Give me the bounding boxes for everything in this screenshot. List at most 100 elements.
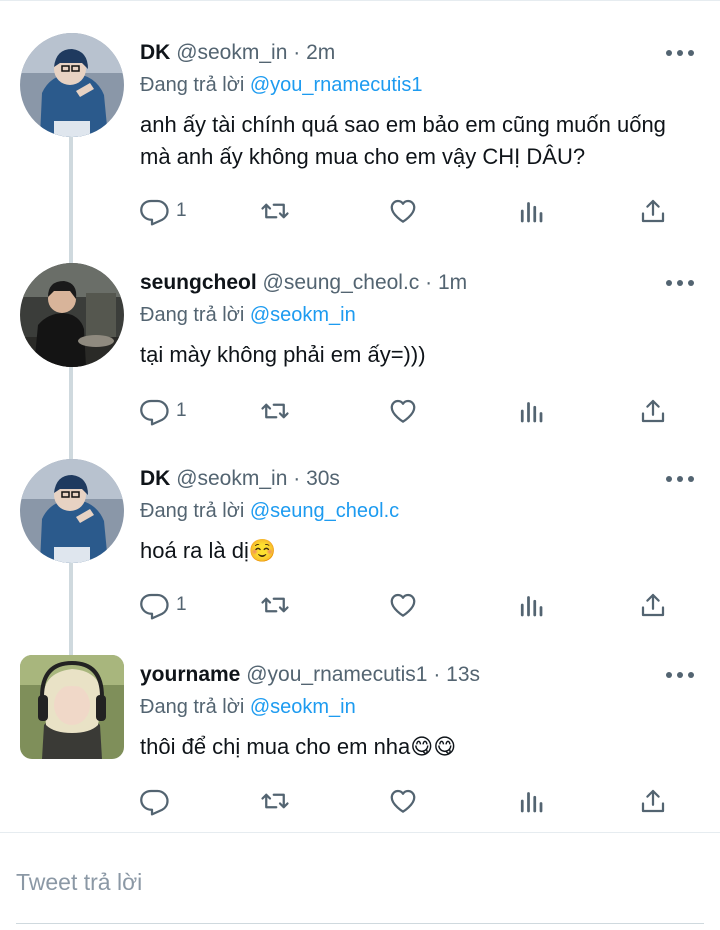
like-button[interactable]: [388, 393, 418, 429]
replying-to-mention[interactable]: @seung_cheol.c: [250, 500, 399, 522]
retweet-button[interactable]: [260, 783, 290, 819]
like-button[interactable]: [388, 783, 418, 819]
separator-dot: ·: [433, 663, 441, 686]
dk-avatar-image: [20, 33, 124, 137]
display-name[interactable]: DK: [140, 467, 170, 490]
display-name[interactable]: DK: [140, 41, 170, 64]
replying-to-mention[interactable]: @you_rnamecutis1: [250, 74, 423, 96]
avatar[interactable]: [20, 263, 124, 367]
avatar[interactable]: [20, 459, 124, 563]
replying-to-label: Đang trả lời: [140, 500, 245, 522]
heart-icon: [390, 399, 416, 423]
more-options-button[interactable]: [662, 41, 698, 65]
retweet-button[interactable]: [260, 193, 290, 229]
like-button[interactable]: [388, 587, 418, 623]
tweet[interactable]: seungcheol @seung_cheol.c · 1m Đang trả …: [0, 263, 720, 459]
replying-to-label: Đang trả lời: [140, 74, 245, 96]
views-icon: [520, 596, 543, 617]
user-handle[interactable]: @seokm_in: [176, 467, 287, 490]
tweet-text: anh ấy tài chính quá sao em bảo em cũng …: [140, 112, 666, 169]
tweet[interactable]: DK @seokm_in · 30s Đang trả lời @seung_c…: [0, 459, 720, 655]
replying-to-label: Đang trả lời: [140, 696, 245, 718]
more-icon: [666, 50, 694, 56]
more-icon: [666, 280, 694, 286]
tweet[interactable]: yourname @you_rnamecutis1 · 13s Đang trả…: [0, 655, 720, 851]
more-icon: [666, 672, 694, 678]
tweet-actions: [140, 783, 680, 819]
timestamp[interactable]: 1m: [438, 271, 467, 294]
reply-icon: [140, 789, 169, 816]
tweet-header: DK @seokm_in · 2m: [140, 39, 335, 67]
replying-to: Đang trả lời @seokm_in: [140, 301, 356, 329]
views-button[interactable]: [516, 393, 546, 429]
more-icon: [666, 476, 694, 482]
share-button[interactable]: [638, 587, 668, 623]
heart-icon: [390, 789, 416, 813]
reply-count: 1: [176, 200, 187, 221]
display-name[interactable]: seungcheol: [140, 271, 257, 294]
share-icon: [641, 789, 665, 813]
share-button[interactable]: [638, 783, 668, 819]
retweet-button[interactable]: [260, 393, 290, 429]
share-icon: [641, 593, 665, 617]
reply-input[interactable]: [16, 857, 676, 907]
views-icon: [520, 792, 543, 813]
replying-to: Đang trả lời @seung_cheol.c: [140, 497, 399, 525]
views-button[interactable]: [516, 783, 546, 819]
reply-button[interactable]: [140, 783, 176, 819]
replying-to: Đang trả lời @you_rnamecutis1: [140, 71, 422, 99]
display-name[interactable]: yourname: [140, 663, 240, 686]
reply-input-underline: [16, 923, 704, 924]
separator-dot: ·: [293, 467, 301, 490]
dk-avatar-image: [20, 459, 124, 563]
reply-icon: [140, 399, 169, 426]
retweet-icon: [261, 793, 289, 809]
share-button[interactable]: [638, 393, 668, 429]
like-button[interactable]: [388, 193, 418, 229]
retweet-button[interactable]: [260, 587, 290, 623]
retweet-icon: [261, 597, 289, 613]
views-icon: [520, 202, 543, 223]
heart-icon: [390, 593, 416, 617]
reply-icon: [140, 199, 169, 226]
user-handle[interactable]: @seung_cheol.c: [263, 271, 420, 294]
avatar[interactable]: [20, 33, 124, 137]
timestamp[interactable]: 30s: [306, 467, 340, 490]
more-options-button[interactable]: [662, 271, 698, 295]
share-button[interactable]: [638, 193, 668, 229]
reply-count: 1: [176, 400, 187, 421]
tweet-text: tại mày không phải em ấy=))): [140, 342, 426, 367]
reply-count: 1: [176, 594, 187, 615]
separator-dot: ·: [425, 271, 433, 294]
tweet-header: yourname @you_rnamecutis1 · 13s: [140, 661, 480, 689]
replying-to-mention[interactable]: @seokm_in: [250, 304, 356, 326]
retweet-icon: [261, 203, 289, 219]
more-options-button[interactable]: [662, 663, 698, 687]
reply-composer: [0, 832, 720, 930]
views-button[interactable]: [516, 587, 546, 623]
views-button[interactable]: [516, 193, 546, 229]
user-handle[interactable]: @you_rnamecutis1: [246, 663, 427, 686]
tweet-actions: 1: [140, 393, 680, 429]
user-handle[interactable]: @seokm_in: [176, 41, 287, 64]
timestamp[interactable]: 2m: [306, 41, 335, 64]
yourname-avatar-image: [20, 655, 124, 759]
tweet-header: DK @seokm_in · 30s: [140, 465, 340, 493]
heart-icon: [390, 199, 416, 223]
reply-button[interactable]: 1: [140, 193, 187, 229]
share-icon: [641, 199, 665, 223]
timestamp[interactable]: 13s: [446, 663, 480, 686]
reply-button[interactable]: 1: [140, 393, 187, 429]
seungcheol-avatar-image: [20, 263, 124, 367]
tweet[interactable]: DK @seokm_in · 2m Đang trả lời @you_rnam…: [0, 33, 720, 229]
share-icon: [641, 399, 665, 423]
replying-to-mention[interactable]: @seokm_in: [250, 696, 356, 718]
more-options-button[interactable]: [662, 467, 698, 491]
avatar[interactable]: [20, 655, 124, 759]
conversation-thread: DK @seokm_in · 2m Đang trả lời @you_rnam…: [0, 0, 720, 832]
replying-to-label: Đang trả lời: [140, 304, 245, 326]
reply-icon: [140, 593, 169, 620]
tweet-actions: 1: [140, 193, 680, 229]
reply-button[interactable]: 1: [140, 587, 187, 623]
separator-dot: ·: [293, 41, 301, 64]
